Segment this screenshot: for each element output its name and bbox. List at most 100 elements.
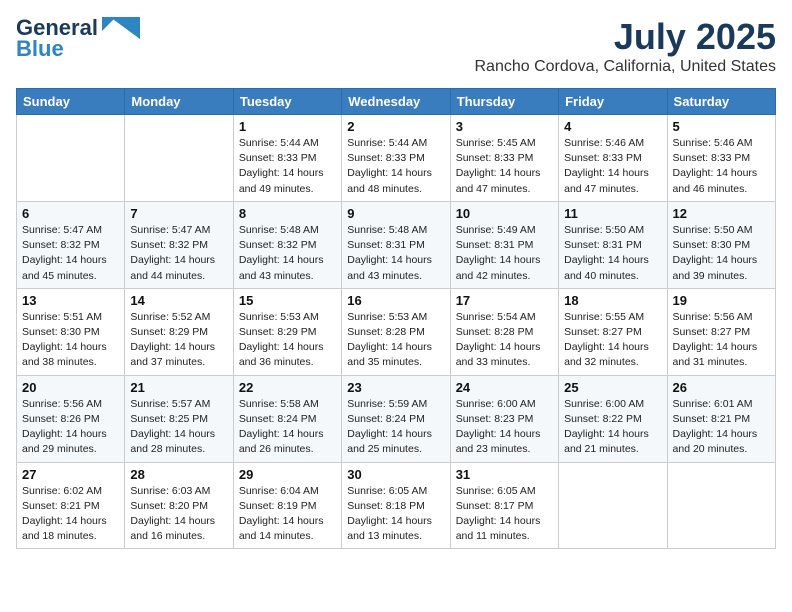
calendar-cell: 17 Sunrise: 5:54 AM Sunset: 8:28 PM Dayli… bbox=[450, 288, 558, 375]
day-info: Sunrise: 6:00 AM Sunset: 8:22 PM Dayligh… bbox=[564, 397, 661, 458]
title-area: July 2025 Rancho Cordova, California, Un… bbox=[475, 16, 777, 76]
calendar-cell: 31 Sunrise: 6:05 AM Sunset: 8:17 PM Dayli… bbox=[450, 462, 558, 549]
day-number: 13 bbox=[22, 293, 119, 308]
day-info: Sunrise: 5:48 AM Sunset: 8:31 PM Dayligh… bbox=[347, 223, 444, 284]
day-info: Sunrise: 5:53 AM Sunset: 8:28 PM Dayligh… bbox=[347, 310, 444, 371]
calendar-cell: 14 Sunrise: 5:52 AM Sunset: 8:29 PM Dayli… bbox=[125, 288, 233, 375]
weekday-header: Wednesday bbox=[342, 89, 450, 115]
calendar-cell: 12Sunrise: 5:50 AM Sunset: 8:30 PM Dayli… bbox=[667, 201, 775, 288]
day-info: Sunrise: 5:48 AM Sunset: 8:32 PM Dayligh… bbox=[239, 223, 336, 284]
day-info: Sunrise: 5:54 AM Sunset: 8:28 PM Dayligh… bbox=[456, 310, 553, 371]
weekday-header: Tuesday bbox=[233, 89, 341, 115]
day-number: 5 bbox=[673, 119, 770, 134]
day-info: Sunrise: 5:56 AM Sunset: 8:26 PM Dayligh… bbox=[22, 397, 119, 458]
day-info: Sunrise: 6:05 AM Sunset: 8:17 PM Dayligh… bbox=[456, 484, 553, 545]
page-header: General Blue July 2025 Rancho Cordova, C… bbox=[16, 16, 776, 76]
day-info: Sunrise: 6:03 AM Sunset: 8:20 PM Dayligh… bbox=[130, 484, 227, 545]
day-info: Sunrise: 5:51 AM Sunset: 8:30 PM Dayligh… bbox=[22, 310, 119, 371]
day-info: Sunrise: 5:44 AM Sunset: 8:33 PM Dayligh… bbox=[347, 136, 444, 197]
day-info: Sunrise: 6:00 AM Sunset: 8:23 PM Dayligh… bbox=[456, 397, 553, 458]
day-number: 29 bbox=[239, 467, 336, 482]
day-info: Sunrise: 5:50 AM Sunset: 8:31 PM Dayligh… bbox=[564, 223, 661, 284]
day-number: 3 bbox=[456, 119, 553, 134]
calendar-cell: 16 Sunrise: 5:53 AM Sunset: 8:28 PM Dayli… bbox=[342, 288, 450, 375]
calendar-cell bbox=[125, 115, 233, 202]
weekday-header: Monday bbox=[125, 89, 233, 115]
calendar-cell: 10 Sunrise: 5:49 AM Sunset: 8:31 PM Dayli… bbox=[450, 201, 558, 288]
calendar-cell: 3Sunrise: 5:45 AM Sunset: 8:33 PM Daylig… bbox=[450, 115, 558, 202]
calendar-cell: 27Sunrise: 6:02 AM Sunset: 8:21 PM Dayli… bbox=[17, 462, 125, 549]
calendar-cell: 4Sunrise: 5:46 AM Sunset: 8:33 PM Daylig… bbox=[559, 115, 667, 202]
day-number: 24 bbox=[456, 380, 553, 395]
calendar-cell: 8 Sunrise: 5:48 AM Sunset: 8:32 PM Daylig… bbox=[233, 201, 341, 288]
calendar-table: SundayMondayTuesdayWednesdayThursdayFrid… bbox=[16, 88, 776, 549]
day-number: 31 bbox=[456, 467, 553, 482]
day-number: 14 bbox=[130, 293, 227, 308]
calendar-cell: 30 Sunrise: 6:05 AM Sunset: 8:18 PM Dayli… bbox=[342, 462, 450, 549]
calendar-cell: 21Sunrise: 5:57 AM Sunset: 8:25 PM Dayli… bbox=[125, 375, 233, 462]
calendar-week-row: 20 Sunrise: 5:56 AM Sunset: 8:26 PM Dayli… bbox=[17, 375, 776, 462]
calendar-cell: 1Sunrise: 5:44 AM Sunset: 8:33 PM Daylig… bbox=[233, 115, 341, 202]
day-number: 9 bbox=[347, 206, 444, 221]
calendar-cell: 5 Sunrise: 5:46 AM Sunset: 8:33 PM Daylig… bbox=[667, 115, 775, 202]
calendar-cell: 6 Sunrise: 5:47 AM Sunset: 8:32 PM Daylig… bbox=[17, 201, 125, 288]
calendar-cell: 2 Sunrise: 5:44 AM Sunset: 8:33 PM Daylig… bbox=[342, 115, 450, 202]
calendar-cell: 7 Sunrise: 5:47 AM Sunset: 8:32 PM Daylig… bbox=[125, 201, 233, 288]
calendar-cell bbox=[667, 462, 775, 549]
logo-icon bbox=[102, 17, 140, 39]
day-info: Sunrise: 5:55 AM Sunset: 8:27 PM Dayligh… bbox=[564, 310, 661, 371]
day-number: 15 bbox=[239, 293, 336, 308]
calendar-cell: 26 Sunrise: 6:01 AM Sunset: 8:21 PM Dayli… bbox=[667, 375, 775, 462]
day-number: 17 bbox=[456, 293, 553, 308]
day-number: 22 bbox=[239, 380, 336, 395]
calendar-week-row: 27Sunrise: 6:02 AM Sunset: 8:21 PM Dayli… bbox=[17, 462, 776, 549]
calendar-cell: 9 Sunrise: 5:48 AM Sunset: 8:31 PM Daylig… bbox=[342, 201, 450, 288]
day-number: 10 bbox=[456, 206, 553, 221]
calendar-weekday-row: SundayMondayTuesdayWednesdayThursdayFrid… bbox=[17, 89, 776, 115]
calendar-cell bbox=[17, 115, 125, 202]
day-info: Sunrise: 6:04 AM Sunset: 8:19 PM Dayligh… bbox=[239, 484, 336, 545]
day-number: 11 bbox=[564, 206, 661, 221]
day-number: 6 bbox=[22, 206, 119, 221]
day-info: Sunrise: 5:58 AM Sunset: 8:24 PM Dayligh… bbox=[239, 397, 336, 458]
day-number: 8 bbox=[239, 206, 336, 221]
day-info: Sunrise: 5:46 AM Sunset: 8:33 PM Dayligh… bbox=[673, 136, 770, 197]
day-info: Sunrise: 5:47 AM Sunset: 8:32 PM Dayligh… bbox=[22, 223, 119, 284]
calendar-body: 1Sunrise: 5:44 AM Sunset: 8:33 PM Daylig… bbox=[17, 115, 776, 549]
day-info: Sunrise: 5:44 AM Sunset: 8:33 PM Dayligh… bbox=[239, 136, 336, 197]
day-number: 19 bbox=[673, 293, 770, 308]
logo: General Blue bbox=[16, 16, 140, 62]
weekday-header: Sunday bbox=[17, 89, 125, 115]
location-title: Rancho Cordova, California, United State… bbox=[475, 58, 777, 76]
calendar-cell: 23Sunrise: 5:59 AM Sunset: 8:24 PM Dayli… bbox=[342, 375, 450, 462]
day-number: 18 bbox=[564, 293, 661, 308]
day-info: Sunrise: 6:01 AM Sunset: 8:21 PM Dayligh… bbox=[673, 397, 770, 458]
day-number: 30 bbox=[347, 467, 444, 482]
day-info: Sunrise: 6:05 AM Sunset: 8:18 PM Dayligh… bbox=[347, 484, 444, 545]
day-info: Sunrise: 5:49 AM Sunset: 8:31 PM Dayligh… bbox=[456, 223, 553, 284]
calendar-cell: 19Sunrise: 5:56 AM Sunset: 8:27 PM Dayli… bbox=[667, 288, 775, 375]
day-number: 7 bbox=[130, 206, 227, 221]
calendar-week-row: 13 Sunrise: 5:51 AM Sunset: 8:30 PM Dayli… bbox=[17, 288, 776, 375]
calendar-cell: 29 Sunrise: 6:04 AM Sunset: 8:19 PM Dayli… bbox=[233, 462, 341, 549]
day-info: Sunrise: 5:52 AM Sunset: 8:29 PM Dayligh… bbox=[130, 310, 227, 371]
logo-blue: Blue bbox=[16, 36, 64, 62]
month-title: July 2025 bbox=[475, 16, 777, 58]
day-number: 25 bbox=[564, 380, 661, 395]
day-number: 21 bbox=[130, 380, 227, 395]
day-number: 2 bbox=[347, 119, 444, 134]
calendar-cell bbox=[559, 462, 667, 549]
weekday-header: Friday bbox=[559, 89, 667, 115]
day-info: Sunrise: 5:47 AM Sunset: 8:32 PM Dayligh… bbox=[130, 223, 227, 284]
calendar-cell: 20 Sunrise: 5:56 AM Sunset: 8:26 PM Dayli… bbox=[17, 375, 125, 462]
day-number: 16 bbox=[347, 293, 444, 308]
day-info: Sunrise: 5:59 AM Sunset: 8:24 PM Dayligh… bbox=[347, 397, 444, 458]
calendar-cell: 13 Sunrise: 5:51 AM Sunset: 8:30 PM Dayli… bbox=[17, 288, 125, 375]
calendar-cell: 18 Sunrise: 5:55 AM Sunset: 8:27 PM Dayli… bbox=[559, 288, 667, 375]
calendar-cell: 24 Sunrise: 6:00 AM Sunset: 8:23 PM Dayli… bbox=[450, 375, 558, 462]
day-number: 20 bbox=[22, 380, 119, 395]
calendar-week-row: 1Sunrise: 5:44 AM Sunset: 8:33 PM Daylig… bbox=[17, 115, 776, 202]
calendar-cell: 22 Sunrise: 5:58 AM Sunset: 8:24 PM Dayli… bbox=[233, 375, 341, 462]
calendar-header: SundayMondayTuesdayWednesdayThursdayFrid… bbox=[17, 89, 776, 115]
day-number: 26 bbox=[673, 380, 770, 395]
